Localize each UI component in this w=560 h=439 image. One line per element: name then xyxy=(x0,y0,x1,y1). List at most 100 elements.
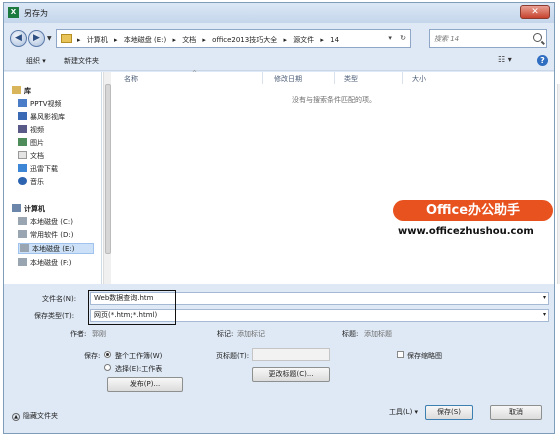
sidebar-item-documents[interactable]: 文档 xyxy=(18,151,44,162)
keep-thumbnail-label: 保存缩略图 xyxy=(407,352,442,360)
breadcrumb-computer[interactable]: 计算机 xyxy=(87,36,108,44)
address-bar[interactable]: ▸ 计算机 ▸ 本地磁盘 (E:) ▸ 文档 ▸ office2013技巧大全 … xyxy=(56,29,411,48)
sidebar-item-drive-e[interactable]: 本地磁盘 (E:) xyxy=(18,243,94,254)
sidebar-item-drive-f[interactable]: 本地磁盘 (F:) xyxy=(18,258,72,269)
breadcrumb-sep[interactable]: ▸ xyxy=(202,36,206,44)
history-dropdown[interactable]: ▼ xyxy=(47,35,52,42)
title-bar: X 另存为 ✕ xyxy=(4,3,554,23)
help-icon[interactable]: ? xyxy=(537,55,548,66)
navigation-scrollbar[interactable] xyxy=(103,72,111,284)
filename-label: 文件名(N): xyxy=(42,295,77,303)
savetype-label: 保存类型(T): xyxy=(34,312,75,320)
breadcrumb-office2013[interactable]: office2013技巧大全 xyxy=(212,36,277,44)
command-toolbar: 组织 ▾ 新建文件夹 ☷ ▾ ? xyxy=(4,51,554,71)
search-icon[interactable] xyxy=(533,33,542,42)
keep-thumbnail-checkbox[interactable] xyxy=(397,351,404,358)
savetype-dropdown-icon[interactable]: ▾ xyxy=(543,311,546,318)
view-options-icon[interactable]: ☷ ▾ xyxy=(498,55,512,64)
collapse-icon: ▲ xyxy=(12,413,20,421)
back-button[interactable]: ◀ xyxy=(10,30,27,47)
page-title-field[interactable] xyxy=(252,348,330,361)
browser-content: 库 PPTV视频 暴风影视库 视频 图片 文档 迅雷下载 音乐 计算机 本地磁盘… xyxy=(4,70,560,284)
scrollbar-thumb[interactable] xyxy=(105,84,111,254)
publish-button[interactable]: 发布(P)... xyxy=(107,377,183,392)
sidebar-item-pptv[interactable]: PPTV视频 xyxy=(18,99,62,110)
breadcrumb-sep[interactable]: ▸ xyxy=(320,36,324,44)
breadcrumb-sep[interactable]: ▸ xyxy=(283,36,287,44)
window-title: 另存为 xyxy=(24,9,48,18)
save-button[interactable]: 保存(S) xyxy=(425,405,473,420)
document-icon xyxy=(18,151,27,159)
column-separator xyxy=(334,72,335,84)
hard-drive-icon xyxy=(18,230,27,238)
author-value[interactable]: 郭刚 xyxy=(92,329,106,339)
column-size[interactable]: 大小 xyxy=(412,74,426,84)
filename-dropdown-icon[interactable]: ▾ xyxy=(543,294,546,301)
new-folder-button[interactable]: 新建文件夹 xyxy=(64,56,99,66)
sort-caret-icon: ^ xyxy=(192,70,198,77)
column-separator xyxy=(402,72,403,84)
computer-icon xyxy=(12,204,21,212)
breadcrumb-sep[interactable]: ▸ xyxy=(114,36,118,44)
hide-folders-toggle[interactable]: ▲ 隐藏文件夹 xyxy=(12,411,58,421)
whole-workbook-label: 整个工作簿(W) xyxy=(115,352,163,360)
sidebar-item-drive-d[interactable]: 常用软件 (D:) xyxy=(18,230,73,241)
film-icon xyxy=(18,125,27,133)
sidebar-item-videos[interactable]: 视频 xyxy=(18,125,44,136)
folder-icon xyxy=(61,34,72,43)
sidebar-item-music[interactable]: 音乐 xyxy=(18,177,44,188)
refresh-icon[interactable]: ↻ xyxy=(400,34,406,42)
address-controls: ▾ ↻ xyxy=(388,34,406,42)
breadcrumb-source-files[interactable]: 源文件 xyxy=(293,36,314,44)
title-value[interactable]: 添加标题 xyxy=(364,329,392,339)
sidebar-item-thunder[interactable]: 迅雷下载 xyxy=(18,164,58,175)
video-library-icon xyxy=(18,99,27,107)
cancel-button[interactable]: 取消 xyxy=(490,405,542,420)
watermark-badge: Office办公助手 xyxy=(393,200,553,221)
download-icon xyxy=(18,164,27,172)
video-library-icon xyxy=(18,112,27,120)
column-date[interactable]: 修改日期 xyxy=(274,74,302,84)
forward-button[interactable]: ▶ xyxy=(28,30,45,47)
author-label: 作者: xyxy=(70,330,87,338)
breadcrumb: ▸ 计算机 ▸ 本地磁盘 (E:) ▸ 文档 ▸ office2013技巧大全 … xyxy=(77,35,343,45)
breadcrumb-sep[interactable]: ▸ xyxy=(172,36,176,44)
title-label: 标题: xyxy=(342,330,359,338)
breadcrumb-sep[interactable]: ▸ xyxy=(77,36,81,44)
tools-button[interactable]: 工具(L) ▾ xyxy=(380,405,427,420)
library-icon xyxy=(12,86,21,94)
search-box xyxy=(429,29,547,48)
sidebar-item-drive-c[interactable]: 本地磁盘 (C:) xyxy=(18,217,73,228)
breadcrumb-drive-e[interactable]: 本地磁盘 (E:) xyxy=(124,36,166,44)
change-title-button[interactable]: 更改标题(C)... xyxy=(252,367,330,382)
sidebar-library[interactable]: 库 xyxy=(12,86,31,97)
page-title-label: 页标题(T): xyxy=(216,352,250,360)
breadcrumb-documents[interactable]: 文档 xyxy=(182,36,196,44)
radio-whole-workbook[interactable] xyxy=(104,351,111,358)
column-name[interactable]: 名称 xyxy=(124,74,138,84)
close-button[interactable]: ✕ xyxy=(520,5,550,19)
address-dropdown-icon[interactable]: ▾ xyxy=(388,34,392,42)
radio-selection[interactable] xyxy=(104,364,111,371)
tags-value[interactable]: 添加标记 xyxy=(237,329,265,339)
column-type[interactable]: 类型 xyxy=(344,74,358,84)
empty-message: 没有与搜索条件匹配的项。 xyxy=(292,96,376,104)
file-list: 名称 ^ 修改日期 类型 大小 没有与搜索条件匹配的项。 xyxy=(112,70,560,284)
organize-button[interactable]: 组织 ▾ xyxy=(26,56,46,66)
hard-drive-icon xyxy=(18,217,27,225)
sidebar-item-baofeng[interactable]: 暴风影视库 xyxy=(18,112,65,123)
column-separator xyxy=(262,72,263,84)
picture-icon xyxy=(18,138,27,146)
breadcrumb-14[interactable]: 14 xyxy=(330,36,339,44)
navigation-pane: 库 PPTV视频 暴风影视库 视频 图片 文档 迅雷下载 音乐 计算机 本地磁盘… xyxy=(4,72,102,284)
address-row: ◀ ▶ ▼ ▸ 计算机 ▸ 本地磁盘 (E:) ▸ 文档 ▸ office201… xyxy=(4,25,554,49)
excel-app-icon: X xyxy=(8,7,19,18)
tags-label: 标记: xyxy=(217,330,234,338)
save-scope-label: 保存: xyxy=(84,352,101,360)
search-input[interactable] xyxy=(430,30,520,47)
selection-label: 选择(E):工作表 xyxy=(115,365,163,373)
sidebar-computer[interactable]: 计算机 xyxy=(12,204,45,215)
watermark-url: www.officezhushou.com xyxy=(398,226,534,237)
sidebar-item-pictures[interactable]: 图片 xyxy=(18,138,44,149)
music-icon xyxy=(18,177,27,185)
